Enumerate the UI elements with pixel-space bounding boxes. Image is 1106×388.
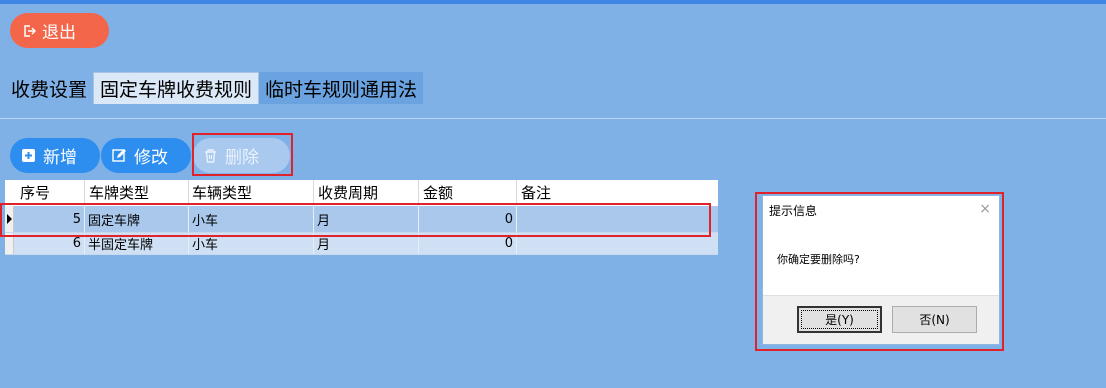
yes-button[interactable]: 是(Y) bbox=[797, 306, 882, 333]
add-icon bbox=[22, 149, 35, 162]
delete-button-highlight bbox=[192, 133, 293, 176]
no-button[interactable]: 否(N) bbox=[892, 306, 977, 333]
tab-bar: 收费设置 固定车牌收费规则 临时车规则通用法 bbox=[5, 72, 424, 104]
edit-icon bbox=[112, 149, 126, 162]
exit-label: 退出 bbox=[42, 23, 76, 43]
confirm-dialog: 提示信息 × 你确定要删除吗? 是(Y) 否(N) bbox=[762, 195, 1000, 345]
window-top-border bbox=[0, 0, 1106, 4]
add-button[interactable]: 新增 bbox=[10, 138, 100, 173]
tab-fixed-plate-rules[interactable]: 固定车牌收费规则 bbox=[93, 72, 260, 104]
toolbar-divider bbox=[0, 118, 1106, 119]
selected-row-highlight bbox=[0, 203, 711, 237]
edit-label: 修改 bbox=[134, 148, 168, 168]
tab-temp-vehicle-rules[interactable]: 临时车规则通用法 bbox=[259, 72, 424, 104]
tab-fee-settings[interactable]: 收费设置 bbox=[5, 72, 94, 104]
dialog-footer: 是(Y) 否(N) bbox=[763, 295, 999, 344]
dialog-title: 提示信息 bbox=[769, 204, 818, 218]
edit-button[interactable]: 修改 bbox=[101, 138, 191, 173]
add-label: 新增 bbox=[43, 148, 77, 168]
close-icon[interactable]: × bbox=[979, 201, 991, 217]
exit-icon bbox=[24, 24, 36, 37]
exit-button[interactable]: 退出 bbox=[10, 13, 109, 48]
dialog-message: 你确定要删除吗? bbox=[777, 253, 860, 266]
